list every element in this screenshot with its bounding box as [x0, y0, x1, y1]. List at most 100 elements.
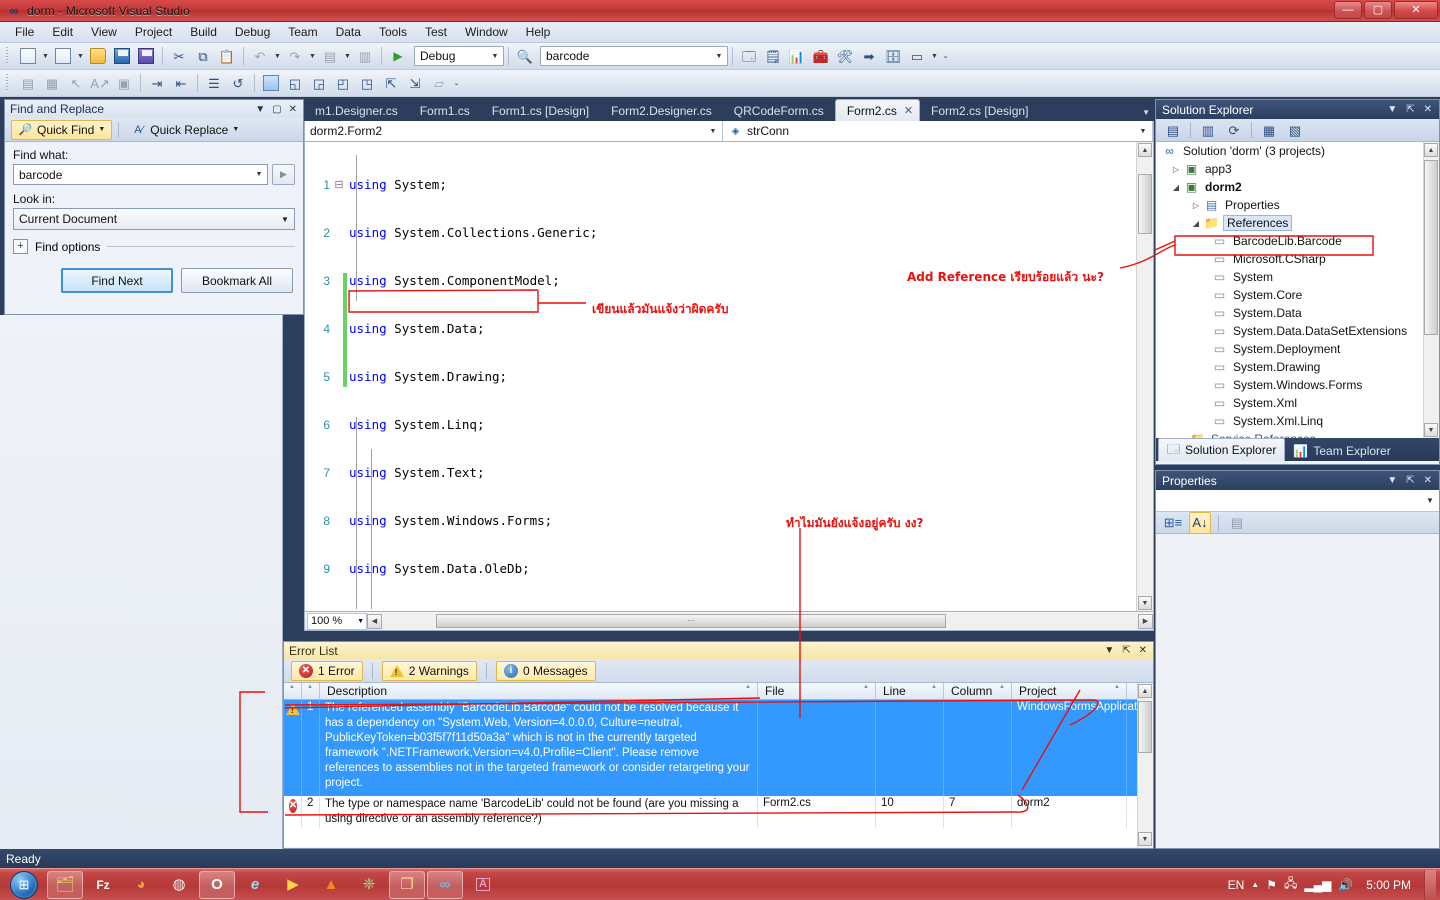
taskbar-item-font-app[interactable]: A — [465, 871, 501, 899]
column-header-file[interactable]: File — [758, 683, 876, 699]
toolbar-grip[interactable] — [6, 74, 13, 92]
menu-item-build[interactable]: Build — [181, 23, 226, 41]
tree-item-microsoft-csharp[interactable]: ▭ Microsoft.CSharp — [1156, 250, 1439, 268]
categorized-icon[interactable]: ⊞≡ — [1162, 512, 1184, 534]
find-in-files-icon[interactable]: 🔍 — [514, 45, 536, 67]
column-header-project[interactable]: Project — [1012, 683, 1127, 699]
tree-item-system-xml-linq[interactable]: ▭ System.Xml.Linq — [1156, 412, 1439, 430]
settings-icon[interactable]: 🛠 — [834, 45, 856, 67]
tab-form1-cs[interactable]: Form1.cs — [409, 101, 481, 121]
taskbar-item-media-player[interactable]: ▶ — [275, 871, 311, 899]
show-desktop-button[interactable] — [1424, 869, 1436, 900]
scroll-up-icon[interactable]: ▲ — [1138, 143, 1152, 157]
chevron-down-icon[interactable]: ▼ — [276, 215, 294, 224]
taskbar-item-firefox[interactable]: ◕ — [123, 871, 159, 899]
start-debug-icon[interactable]: ▶ — [387, 45, 409, 67]
tree-item-system-windows-forms[interactable]: ▭ System.Windows.Forms — [1156, 376, 1439, 394]
tree-item-references[interactable]: ◢ 📁 References — [1156, 214, 1439, 232]
start-button[interactable]: ⊞ — [2, 870, 46, 900]
taskbar-item-filezilla[interactable]: Fz — [85, 871, 121, 899]
chevron-right-icon[interactable]: ▷ — [1189, 201, 1203, 210]
tree-item-system[interactable]: ▭ System — [1156, 268, 1439, 286]
view-designer-icon[interactable]: ▧ — [1284, 119, 1306, 141]
navigate-forward-icon[interactable]: ▥ — [354, 45, 376, 67]
tree-item-system-xml[interactable]: ▭ System.Xml — [1156, 394, 1439, 412]
command-window-icon[interactable]: ▭ — [906, 45, 928, 67]
chevron-down-icon[interactable]: ▼ — [1104, 645, 1114, 656]
column-header-column[interactable]: Column — [944, 683, 1012, 699]
toolbox-window-icon[interactable] — [260, 72, 282, 94]
network-icon[interactable]: 🖧 — [1284, 874, 1297, 895]
navigate-backward-dropdown-icon[interactable]: ▼ — [342, 45, 353, 67]
toolbox-icon[interactable]: 🧰 — [810, 45, 832, 67]
tree-item-app3[interactable]: ▷ ▣ app3 — [1156, 160, 1439, 178]
column-header-number[interactable] — [302, 683, 320, 699]
tab-qrcodeform-cs[interactable]: QRCodeForm.cs — [723, 101, 835, 121]
new-project-icon[interactable] — [17, 45, 39, 67]
taskbar-item-internet-explorer[interactable]: e — [237, 871, 273, 899]
tab-form2-cs[interactable]: Form2.cs ✕ — [834, 99, 921, 121]
menu-item-file[interactable]: File — [6, 23, 43, 41]
toolbar-grip[interactable] — [6, 47, 13, 65]
toggle-outlining-icon[interactable]: A↗ — [89, 72, 111, 94]
command-window-dropdown-icon[interactable]: ▼ — [929, 45, 940, 67]
undo-dropdown-icon[interactable]: ▼ — [272, 45, 283, 67]
menu-item-help[interactable]: Help — [517, 23, 560, 41]
filter-messages-button[interactable]: i 0 Messages — [495, 660, 596, 681]
dock-icon[interactable]: ▢ — [272, 104, 281, 115]
toolbar-overflow-icon[interactable]: ⌄ — [451, 72, 462, 94]
bookmark-window-icon[interactable]: ▱ — [428, 72, 450, 94]
navigate-to-icon[interactable]: ➡ — [858, 45, 880, 67]
scroll-down-icon[interactable]: ▼ — [1138, 832, 1152, 846]
object-browser-icon[interactable]: 📊 — [786, 45, 808, 67]
close-icon[interactable]: ✕ — [904, 104, 913, 117]
taskbar-item-chrome[interactable]: ◍ — [161, 871, 197, 899]
pin-icon[interactable]: ⇱ — [1406, 475, 1414, 486]
tab-solution-explorer[interactable]: 🗔 Solution Explorer — [1158, 438, 1286, 461]
tree-item-solution[interactable]: ∞ Solution 'dorm' (3 projects) — [1156, 142, 1439, 160]
tree-item-system-core[interactable]: ▭ System.Core — [1156, 286, 1439, 304]
clear-bookmarks-icon[interactable]: ↺ — [227, 72, 249, 94]
menu-item-project[interactable]: Project — [126, 23, 181, 41]
property-pages-icon[interactable]: ▤ — [1226, 512, 1248, 534]
paste-icon[interactable]: 📋 — [216, 45, 238, 67]
scroll-left-icon[interactable]: ◀ — [367, 613, 382, 629]
solution-tree-vertical-scrollbar[interactable]: ▲ ▼ — [1423, 142, 1439, 438]
scroll-down-icon[interactable]: ▼ — [1138, 596, 1152, 610]
navigate-backward-icon[interactable]: ▤ — [319, 45, 341, 67]
chevron-right-icon[interactable]: ▷ — [1169, 165, 1183, 174]
chevron-down-icon[interactable]: ▼ — [1142, 108, 1150, 117]
taskbar-item-file-manager[interactable]: ❐ — [389, 870, 425, 899]
tab-form1-designer-cs[interactable]: m1.Designer.cs — [304, 101, 409, 121]
quick-find-button[interactable]: 🔎 Quick Find ▼ — [11, 119, 113, 140]
signal-bars-icon[interactable]: ▂▄▆ — [1304, 878, 1331, 892]
new-item-icon[interactable] — [52, 45, 74, 67]
quick-replace-button[interactable]: A⁄ Quick Replace ▼ — [125, 121, 245, 139]
pin-icon[interactable]: ⇱ — [1122, 645, 1130, 656]
previous-bookmark-icon[interactable]: ◱ — [284, 72, 306, 94]
maximize-button[interactable]: ▢ — [1364, 1, 1392, 19]
minimize-button[interactable]: — — [1334, 1, 1362, 19]
column-header-line[interactable]: Line — [876, 683, 944, 699]
table-row[interactable]: 1 The referenced assembly "BarcodeLib.Ba… — [284, 700, 1153, 796]
menu-item-team[interactable]: Team — [279, 23, 326, 41]
toolbar-overflow-icon[interactable]: ⌄ — [940, 45, 951, 67]
tab-form2-cs-design[interactable]: Form2.cs [Design] — [920, 101, 1039, 121]
comment-selection-icon[interactable]: ⇥ — [146, 72, 168, 94]
next-bookmark-folder-icon[interactable]: ◳ — [356, 72, 378, 94]
chevron-down-icon[interactable]: ▼ — [704, 128, 722, 135]
editor-vertical-scrollbar[interactable]: ▲ ▼ — [1136, 142, 1153, 611]
search-input[interactable]: barcode ▼ — [540, 46, 728, 66]
chevron-down-icon[interactable]: ▼ — [251, 171, 267, 178]
code-editor-surface[interactable]: 1 ⊟ using System; 2 using System.Collection… — [304, 142, 1154, 612]
taskbar-item-explorer[interactable]: 🗂 — [47, 870, 83, 899]
error-list-grid[interactable]: Description File Line Column Project 1 T… — [284, 683, 1153, 847]
solution-tree[interactable]: ∞ Solution 'dorm' (3 projects) ▷ ▣ app3 … — [1156, 142, 1439, 438]
properties-window-icon[interactable]: 🗒 — [762, 45, 784, 67]
type-navigation-combo[interactable]: dorm2.Form2 ▼ — [305, 121, 723, 141]
chevron-down-icon[interactable]: ◢ — [1169, 183, 1183, 192]
find-expression-builder-button[interactable]: ▶ — [272, 164, 295, 185]
tab-team-explorer[interactable]: 📊 Team Explorer — [1285, 440, 1398, 461]
expand-all-icon[interactable]: ⇲ — [404, 72, 426, 94]
taskbar-item-vlc[interactable]: ▲ — [313, 871, 349, 899]
